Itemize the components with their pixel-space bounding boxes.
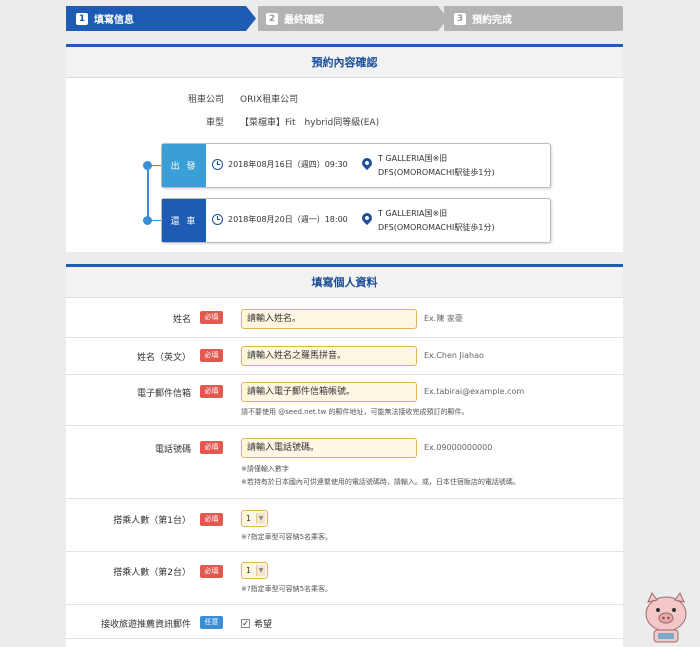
email-row: 電子郵件信箱 必填 Ex.tabirai@example.com 請不要使用 @… — [66, 375, 623, 426]
email-input[interactable] — [241, 382, 417, 402]
required-badge: 必填 — [200, 349, 223, 362]
passengers1-note: ※?指定車型可容納5名乘客。 — [241, 533, 333, 541]
phone-note-local: ※若持有於日本國內可供連繫使用的電話號碼時，請輸入。或，日本住宿飯店的電話號碼。 — [241, 478, 520, 486]
timeline-line — [147, 166, 149, 221]
clock-icon — [212, 214, 223, 225]
passengers2-label: 搭乘人數（第2台） — [113, 568, 191, 578]
name-en-label: 姓名（英文） — [136, 353, 191, 363]
personal-info-panel: 填寫個人資料 姓名 必填 Ex.陳 家豪 姓名（英文） 必填 Ex.Chen J… — [66, 264, 623, 647]
newsletter-option-label: 希望 — [254, 620, 273, 630]
email-label: 電子郵件信箱 — [136, 389, 191, 399]
step-final-confirm: 2 最終確認 — [258, 6, 448, 31]
timeline-connector — [151, 165, 161, 166]
passengers2-value: 1 — [246, 566, 252, 575]
car-label: 車型 — [205, 118, 224, 128]
timeline-connector — [151, 220, 161, 221]
name-input[interactable] — [241, 309, 417, 329]
pickup-tag: 出 發 — [162, 144, 206, 187]
return-location-line1: T GALLERIA国※旧 — [378, 209, 448, 218]
clock-icon — [212, 159, 223, 170]
passengers2-note: ※?指定車型可容納5名乘客。 — [241, 585, 333, 593]
mascot-pig-icon — [645, 591, 687, 643]
chevron-down-icon: ▼ — [256, 513, 265, 524]
panel-title: 預約內容確認 — [66, 47, 623, 78]
step-label: 預約完成 — [472, 15, 512, 26]
step-label: 最終確認 — [284, 15, 324, 26]
pickup-location: T GALLERIA国※旧 DFS(OMOROMACHI駅徒歩1分) — [359, 152, 495, 180]
required-badge: 必填 — [200, 311, 223, 324]
step-number: 1 — [76, 12, 88, 25]
passengers1-row: 搭乘人數（第1台） 必填 1 ▼ ※?指定車型可容納5名乘客。 — [66, 499, 623, 552]
return-time-text: 2018年08月20日（週一）18:00 — [228, 215, 348, 224]
company-label: 租車公司 — [187, 95, 224, 105]
return-card: 還 車 2018年08月20日（週一）18:00 T GALLERIA国※旧 D… — [161, 198, 551, 243]
phone-input[interactable] — [241, 438, 417, 458]
phone-note-digits: ※請僅輸入數字 — [241, 465, 289, 473]
return-location-line2: DFS(OMOROMACHI駅徒歩1分) — [378, 223, 495, 232]
name-en-example: Ex.Chen Jiahao — [424, 351, 484, 360]
email-example: Ex.tabirai@example.com — [424, 387, 525, 396]
phone-label: 電話號碼 — [154, 445, 191, 455]
passengers2-row: 搭乘人數（第2台） 必填 1 ▼ ※?指定車型可容納5名乘客。 — [66, 552, 623, 605]
newsletter-label: 接收旅遊推薦資訊郵件 — [100, 620, 191, 630]
required-badge: 必填 — [200, 565, 223, 578]
step-number: 3 — [454, 12, 466, 25]
newsletter-checkbox[interactable]: ✓ 希望 — [241, 617, 272, 630]
step-number: 2 — [266, 12, 278, 25]
name-label: 姓名 — [172, 315, 191, 325]
pickup-card: 出 發 2018年08月16日（週四）09:30 T GALLERIA国※旧 D… — [161, 143, 551, 188]
required-badge: 必填 — [200, 441, 223, 454]
step-fill-info: 1 填寫信息 — [66, 6, 256, 31]
passengers1-label: 搭乘人數（第1台） — [113, 516, 191, 526]
return-tag: 還 車 — [162, 199, 206, 242]
name-en-input[interactable] — [241, 346, 417, 366]
reservation-confirm-panel: 預約內容確認 租車公司 ORIX租車公司 車型 【菜檔車】Fit hybrid同… — [66, 44, 623, 252]
name-example: Ex.陳 家豪 — [424, 314, 463, 323]
pickup-time: 2018年08月16日（週四）09:30 — [212, 159, 348, 170]
panel-title: 填寫個人資料 — [66, 267, 623, 298]
phone-example: Ex.09000000000 — [424, 443, 493, 452]
checkbox-check-icon[interactable]: ✓ — [241, 619, 250, 628]
return-time: 2018年08月20日（週一）18:00 — [212, 214, 348, 225]
car-value: 【菜檔車】Fit hybrid同等級(EA) — [240, 118, 380, 128]
phone-row: 電話號碼 必填 Ex.09000000000 ※請僅輸入數字 ※若持有於日本國內… — [66, 426, 623, 499]
step-label: 填寫信息 — [94, 15, 134, 26]
passengers1-value: 1 — [246, 514, 252, 523]
return-location: T GALLERIA国※旧 DFS(OMOROMACHI駅徒歩1分) — [359, 207, 495, 235]
location-pin-icon — [359, 155, 375, 171]
pickup-time-text: 2018年08月16日（週四）09:30 — [228, 160, 348, 169]
company-value: ORIX租車公司 — [240, 95, 299, 105]
required-badge: 必填 — [200, 385, 223, 398]
passengers1-select[interactable]: 1 ▼ — [241, 510, 268, 527]
required-badge: 必填 — [200, 513, 223, 526]
name-row: 姓名 必填 Ex.陳 家豪 — [66, 301, 623, 338]
name-en-row: 姓名（英文） 必填 Ex.Chen Jiahao — [66, 338, 623, 375]
email-note: 請不要使用 @seed.net.tw 的郵件地址，可能無法接收完成預訂的郵件。 — [241, 408, 469, 416]
optional-badge: 任意 — [200, 616, 223, 629]
pickup-location-line1: T GALLERIA国※旧 — [378, 154, 448, 163]
step-reservation-complete: 3 預約完成 — [444, 6, 623, 31]
newsletter-row: 接收旅遊推薦資訊郵件 任意 ✓ 希望 — [66, 605, 623, 639]
passengers2-select[interactable]: 1 ▼ — [241, 562, 268, 579]
pickup-location-line2: DFS(OMOROMACHI駅徒歩1分) — [378, 168, 495, 177]
chevron-down-icon: ▼ — [256, 565, 265, 576]
progress-steps: 1 填寫信息 2 最終確認 3 預約完成 — [66, 6, 623, 31]
location-pin-icon — [359, 210, 375, 226]
